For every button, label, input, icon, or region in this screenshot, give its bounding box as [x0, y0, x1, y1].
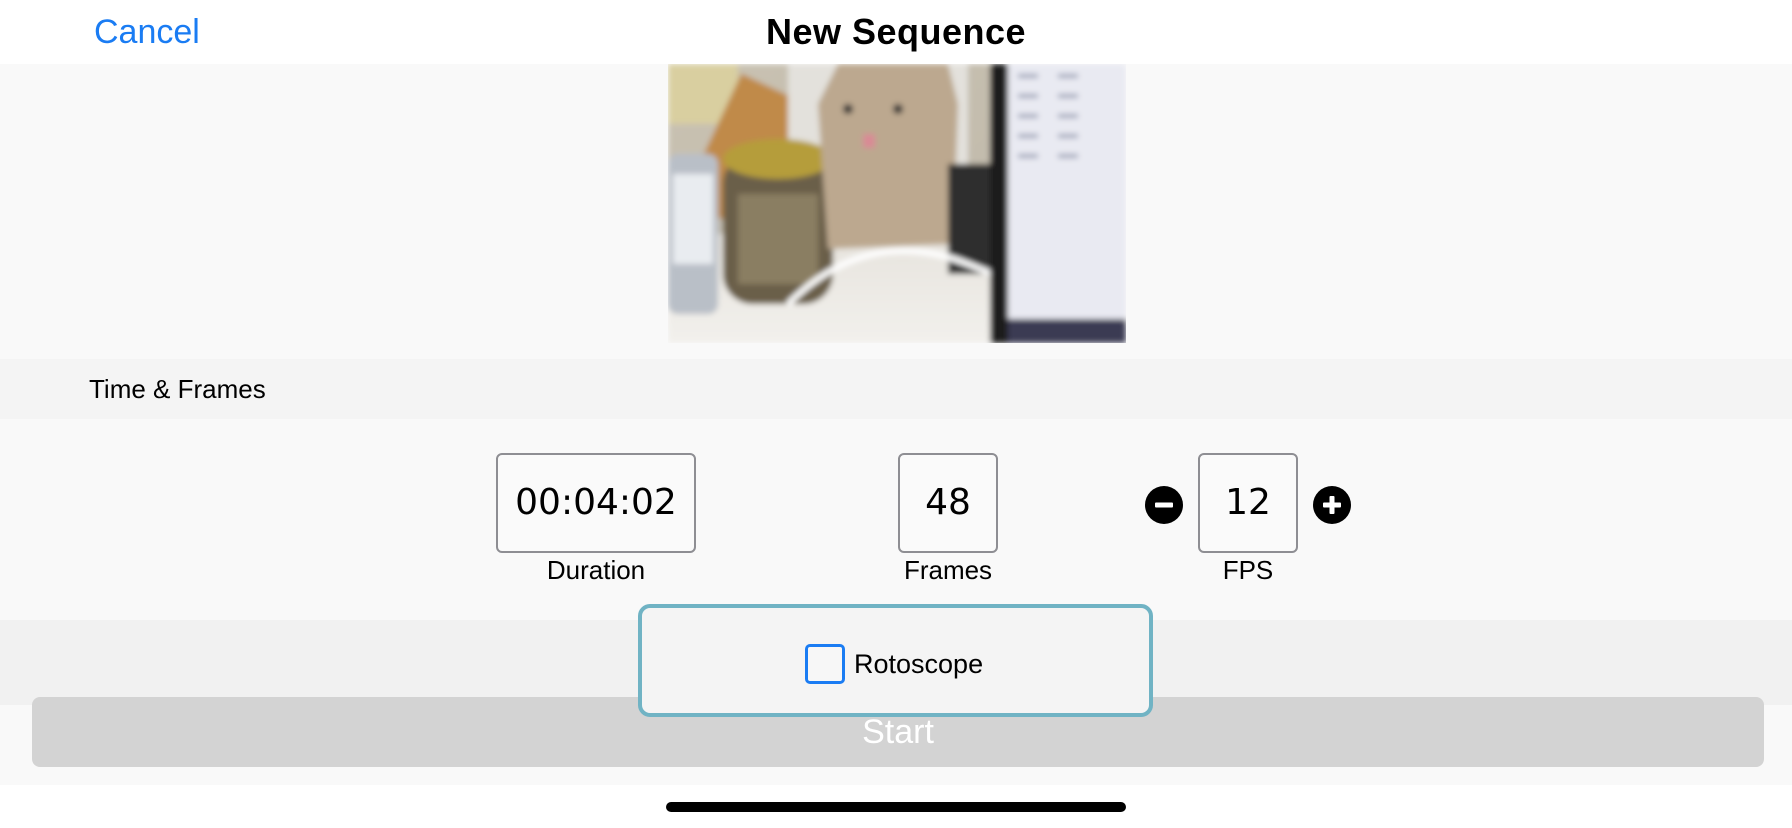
fps-increment-button[interactable] — [1313, 486, 1351, 524]
fps-label: FPS — [1222, 555, 1274, 585]
minus-circle-icon — [1155, 502, 1173, 508]
duration-field[interactable]: 00:04:02 — [496, 453, 696, 553]
fps-field[interactable]: 12 — [1198, 453, 1298, 553]
frames-label: Frames — [903, 555, 993, 585]
cancel-button[interactable]: Cancel — [94, 12, 200, 52]
fps-decrement-button[interactable] — [1145, 486, 1183, 524]
time-frames-controls — [0, 419, 1792, 620]
plus-circle-icon — [1323, 496, 1341, 514]
home-indicator[interactable] — [666, 802, 1126, 812]
rotoscope-label[interactable]: Rotoscope — [854, 647, 983, 681]
rotoscope-checkbox[interactable] — [805, 644, 845, 684]
section-header — [0, 359, 1792, 419]
frames-field[interactable]: 48 — [898, 453, 998, 553]
duration-label: Duration — [546, 555, 646, 585]
page-title: New Sequence — [765, 11, 1027, 52]
section-title: Time & Frames — [89, 374, 266, 404]
camera-preview-image — [668, 64, 1126, 343]
